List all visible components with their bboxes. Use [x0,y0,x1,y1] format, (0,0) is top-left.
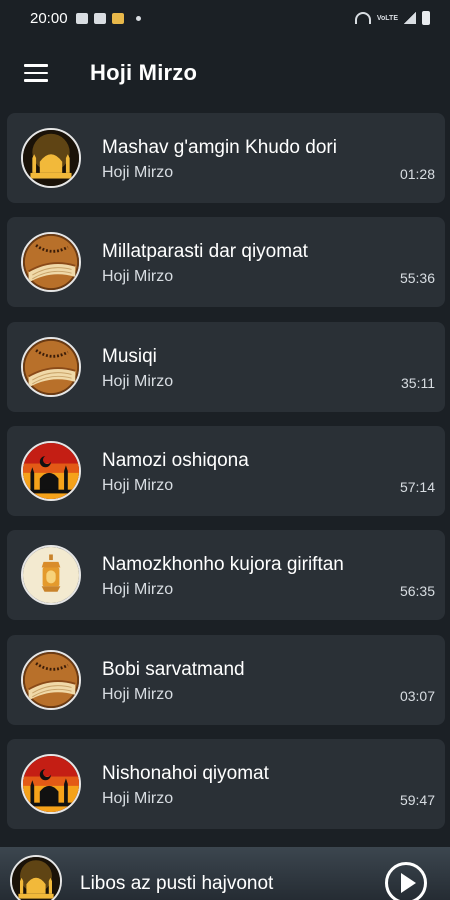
track-title: Namozkhonho kujora giriftan [102,554,344,576]
signal-icon [404,12,416,24]
track-artist: Hoji Mirzo [102,164,174,181]
track-duration: 57:14 [399,478,435,495]
track-artist: Hoji Mirzo [102,789,174,807]
quran-rosary-icon [21,649,81,710]
status-right: VoLTE [354,11,430,25]
notification-app-icon [111,12,124,24]
track-duration: 03:07 [399,687,435,704]
track-list-item[interactable]: Namozkhonho kujora giriftan Hoji Mirzo 56:… [7,530,445,621]
track-artist: Hoji Mirzo [102,685,174,703]
track-artist: Hoji Mirzo [102,476,174,494]
camera-icon [93,12,106,24]
hamburger-menu-icon[interactable] [11,48,61,98]
gallery-icon [75,12,88,24]
track-duration: 56:35 [399,583,435,600]
player-track-title: Libos az pusti hajvonot [80,873,274,894]
volte-label: VoLTE [376,14,398,22]
status-time: 20:00 [30,9,68,27]
quran-rosary-art [23,234,79,291]
page-title: Hoji Mirzo [90,60,198,85]
mosque-night-art [12,857,60,900]
track-title: Mashav g'amgin Khudo dori [102,137,337,158]
quran-rosary-icon [21,232,81,293]
quran-rosary-art [23,338,79,395]
mosque-sunset-art [23,442,79,499]
quran-rosary-icon [21,336,81,397]
track-title: Bobi sarvatmand [102,658,245,680]
track-title: Nishonahoi qiyomat [102,762,269,784]
track-list-item[interactable]: Bobi sarvatmand Hoji Mirzo 03:07 [7,634,445,725]
track-duration: 55:36 [399,270,435,287]
lantern-art [23,547,79,604]
mosque-sunset-icon [21,753,81,814]
mosque-night-icon [10,855,62,900]
track-artist: Hoji Mirzo [102,372,174,390]
track-list-item[interactable]: Namozi oshiqona Hoji Mirzo 57:14 [7,425,445,516]
app-bar: Hoji Mirzo [0,36,450,110]
lantern-icon [21,545,81,606]
track-duration: 01:28 [399,166,435,182]
battery-icon [422,11,430,25]
hotspot-icon [354,12,371,24]
mosque-sunset-icon [21,440,81,501]
mosque-night-art [23,130,79,186]
status-bar: 20:00 VoLTE [0,0,450,36]
track-artist: Hoji Mirzo [102,268,174,286]
more-notifications-icon [135,15,141,21]
mosque-night-icon [21,128,81,188]
track-list-item[interactable]: Musiqi Hoji Mirzo 35:11 [7,321,445,412]
track-list-item[interactable]: Nishonahoi qiyomat Hoji Mirzo 59:47 [7,738,445,829]
track-title: Millatparasti dar qiyomat [102,241,308,263]
track-title: Namozi oshiqona [102,449,249,471]
track-title: Musiqi [102,345,157,367]
play-icon[interactable] [385,862,427,900]
quran-rosary-art [23,651,79,708]
track-artist: Hoji Mirzo [102,581,174,599]
mosque-sunset-art [23,755,79,812]
track-duration: 35:11 [401,374,435,391]
mini-player[interactable]: Libos az pusti hajvonot [0,847,450,900]
track-list-item[interactable]: Millatparasti dar qiyomat Hoji Mirzo 55:36 [7,217,445,308]
track-list-item[interactable]: Mashav g'amgin Khudo dori Hoji Mirzo 01:28 [7,113,445,203]
track-duration: 59:47 [399,791,435,808]
